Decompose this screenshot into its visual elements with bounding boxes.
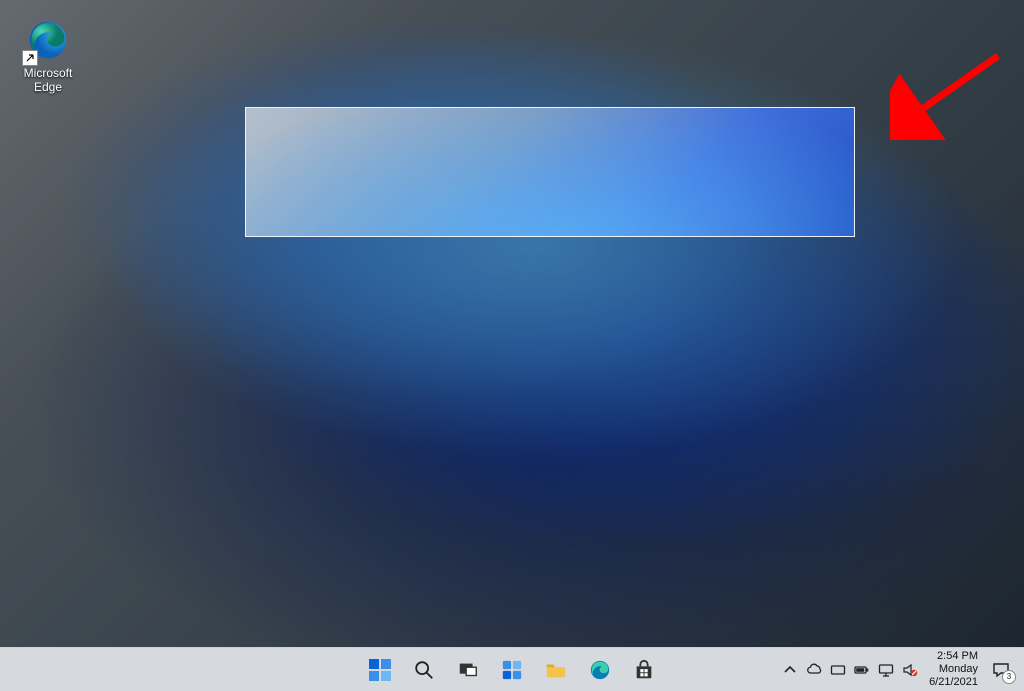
tray-input[interactable]: [829, 661, 847, 679]
clock-day: Monday: [929, 663, 978, 676]
snip-dim-overlay: [0, 0, 1024, 648]
cloud-icon: [806, 662, 822, 678]
tray-volume[interactable]: [901, 661, 919, 679]
widgets-button[interactable]: [495, 653, 529, 687]
chevron-up-icon: [782, 662, 798, 678]
desktop-icon-label: Microsoft Edge: [12, 66, 84, 94]
windows-logo-icon: [369, 659, 391, 681]
notifications-button[interactable]: 3: [988, 657, 1014, 683]
tray-onedrive[interactable]: [805, 661, 823, 679]
start-button[interactable]: [363, 653, 397, 687]
tray-network[interactable]: [877, 661, 895, 679]
volume-muted-icon: [902, 662, 918, 678]
clock-time: 2:54 PM: [929, 650, 978, 663]
taskbar: 2:54 PM Monday 6/21/2021 3: [0, 647, 1024, 691]
clock-date: 6/21/2021: [929, 676, 978, 689]
snip-selection[interactable]: [245, 107, 855, 237]
taskview-icon: [457, 659, 479, 681]
store-icon: [633, 659, 655, 681]
file-explorer-button[interactable]: [539, 653, 573, 687]
system-tray: 2:54 PM Monday 6/21/2021 3: [775, 648, 1020, 691]
network-icon: [878, 662, 894, 678]
widgets-icon: [501, 659, 523, 681]
input-icon: [830, 662, 846, 678]
search-icon: [413, 659, 435, 681]
shortcut-overlay-icon: [22, 50, 38, 66]
taskview-button[interactable]: [451, 653, 485, 687]
taskbar-clock[interactable]: 2:54 PM Monday 6/21/2021: [925, 650, 982, 689]
taskbar-center: [363, 648, 661, 691]
folder-icon: [545, 659, 567, 681]
edge-taskbar-button[interactable]: [583, 653, 617, 687]
store-button[interactable]: [627, 653, 661, 687]
search-button[interactable]: [407, 653, 441, 687]
notifications-badge: 3: [1002, 670, 1016, 684]
tray-battery[interactable]: [853, 661, 871, 679]
battery-icon: [854, 662, 870, 678]
desktop-icon-edge[interactable]: Microsoft Edge: [12, 18, 84, 94]
tray-chevron[interactable]: [781, 661, 799, 679]
edge-icon: [589, 659, 611, 681]
